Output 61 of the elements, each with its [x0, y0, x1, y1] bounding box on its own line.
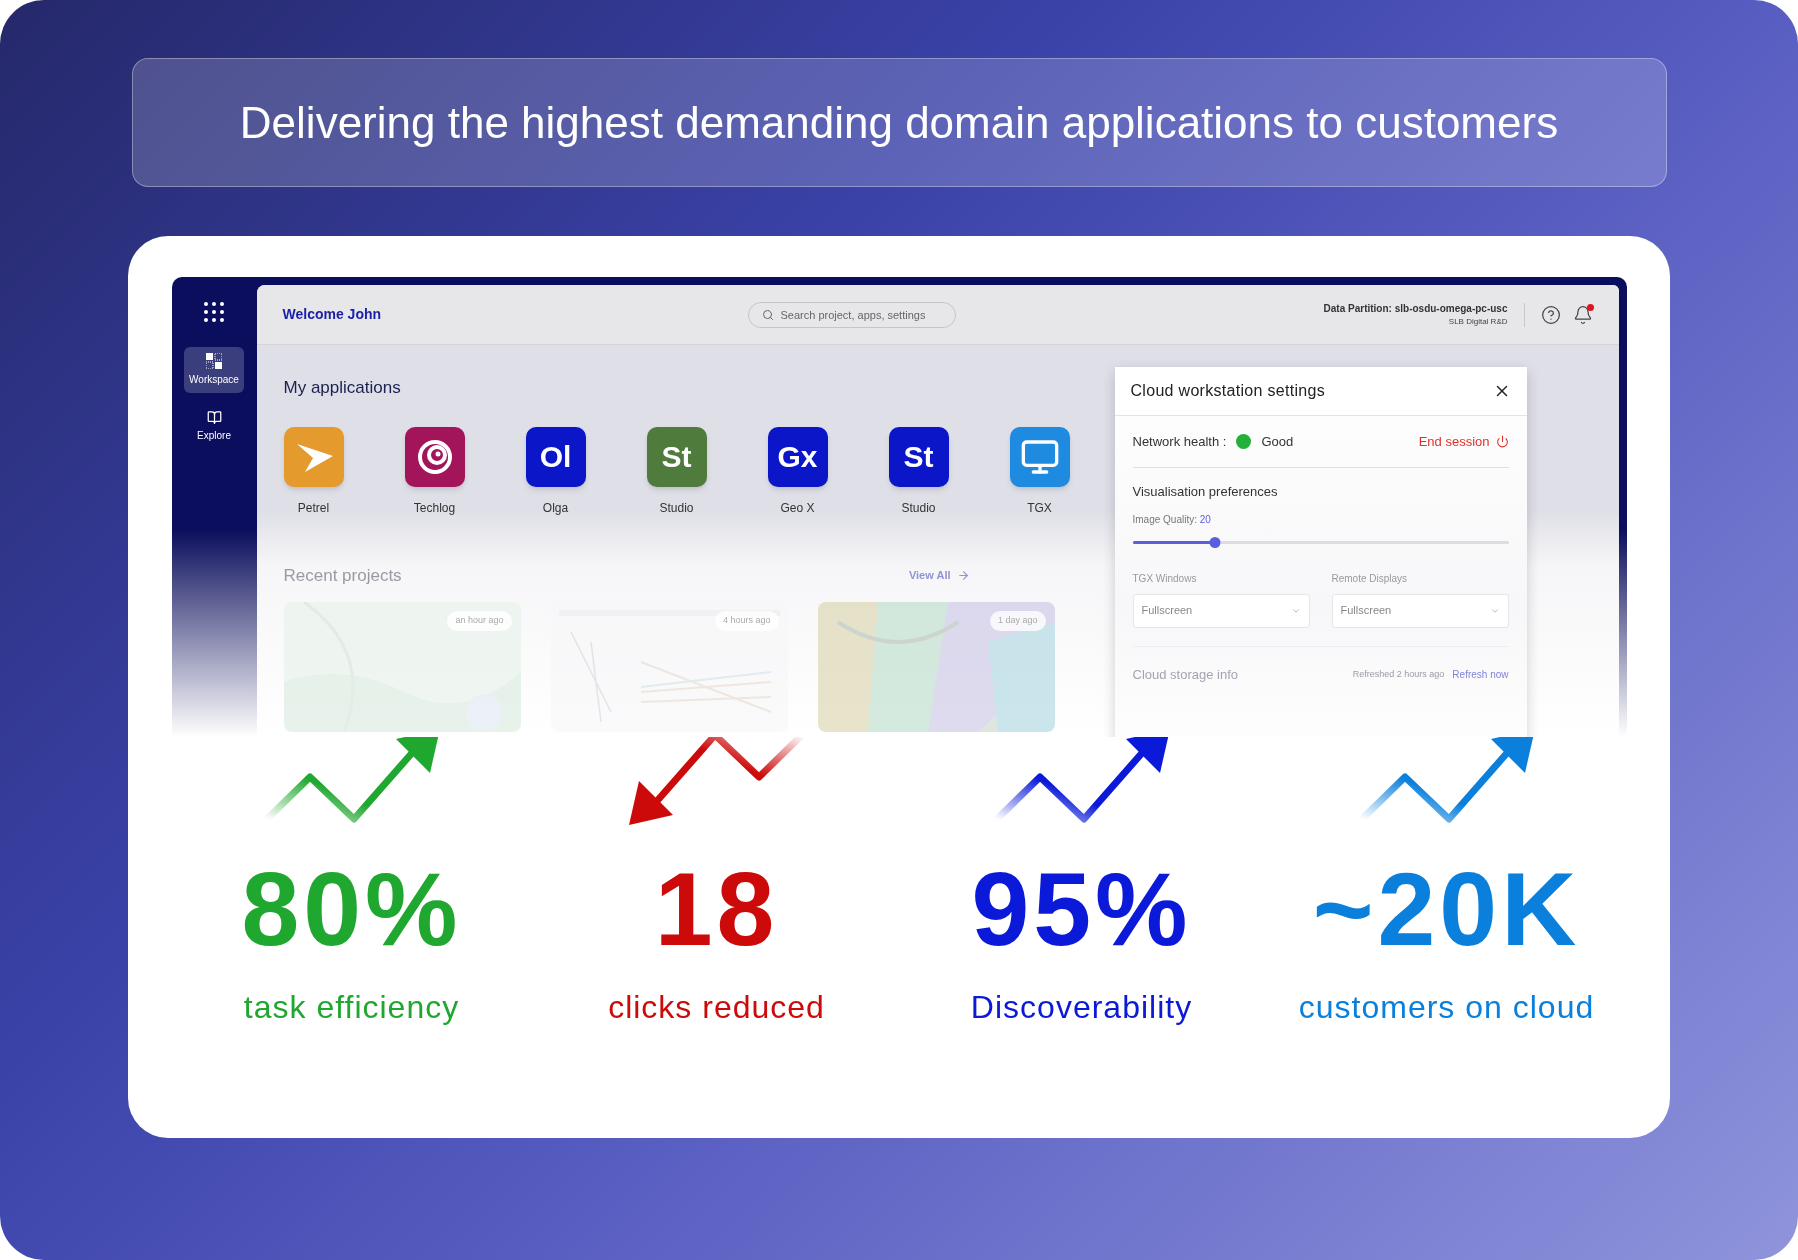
- time-badge: 4 hours ago: [714, 611, 779, 631]
- app-tile[interactable]: Ol Olga: [515, 426, 596, 517]
- app-tile[interactable]: Techlog: [394, 426, 475, 517]
- app-tile[interactable]: St Studio: [878, 426, 959, 517]
- app-name: Techlog: [413, 499, 456, 517]
- sidebar-item[interactable]: Explore: [184, 403, 244, 449]
- select-label: TGX Windows: [1132, 571, 1198, 586]
- stat-label: Discoverability: [970, 988, 1193, 1027]
- app-name: TGX: [1027, 499, 1052, 517]
- app-logo: Gx: [767, 426, 828, 487]
- stat-label: clicks reduced: [608, 988, 825, 1027]
- section-heading: Visualisation preferences: [1132, 483, 1279, 501]
- slider-thumb[interactable]: [1209, 537, 1221, 548]
- network-label: Network health :: [1132, 432, 1227, 451]
- refreshed-text: Refreshed 2 hours ago: [1352, 667, 1445, 681]
- stat-value: 95%: [971, 857, 1192, 961]
- app-tile[interactable]: Gx Geo X: [757, 426, 838, 517]
- app-logo: St: [646, 426, 707, 487]
- search-icon: [761, 308, 774, 321]
- app-name: Geo X: [780, 499, 815, 517]
- banner-text: Delivering the highest demanding domain applications to customers: [239, 96, 1559, 149]
- network-status: Good: [1261, 432, 1294, 451]
- app-logo: Ol: [525, 426, 586, 487]
- app-tile[interactable]: St Studio: [636, 426, 717, 517]
- section-title: My applications: [283, 378, 401, 397]
- sidebar-item[interactable]: Workspace: [184, 347, 244, 393]
- stat-label: task efficiency: [243, 988, 460, 1027]
- app-name: Olga: [542, 499, 569, 517]
- app-logo: St: [888, 426, 949, 487]
- app-grid-icon[interactable]: [203, 301, 225, 323]
- welcome-text: Welcome John: [282, 305, 383, 324]
- org-text: SLB Digital R&D: [1448, 316, 1508, 328]
- panel-title: Cloud workstation settings: [1130, 381, 1326, 401]
- storage-title: Cloud storage info: [1132, 665, 1238, 684]
- book-icon: [206, 409, 222, 425]
- app-tile[interactable]: TGX: [999, 426, 1080, 517]
- partition-text: Data Partition: slb-osdu-omega-pc-usc: [1323, 302, 1508, 316]
- app-tile[interactable]: Petrel: [273, 426, 354, 517]
- arrow-right-icon: [956, 568, 970, 582]
- app-name: Studio: [901, 499, 936, 517]
- app-name: Studio: [659, 499, 694, 517]
- stat-value: 80%: [241, 857, 462, 961]
- help-icon[interactable]: [1540, 304, 1561, 325]
- select-label: Remote Displays: [1331, 571, 1409, 586]
- workspace-icon: [206, 353, 222, 369]
- stat-label: customers on cloud: [1298, 988, 1595, 1027]
- notification-button[interactable]: [1572, 304, 1593, 325]
- app-name: Petrel: [297, 499, 330, 517]
- time-badge: an hour ago: [447, 611, 512, 631]
- select-field[interactable]: Fullscreen: [1132, 593, 1310, 628]
- stat-value: 18: [654, 857, 779, 961]
- bell-icon: [1572, 304, 1593, 325]
- quality-label: Image Quality: 20: [1132, 512, 1212, 527]
- stat-value: ~20K: [1312, 857, 1581, 961]
- section-title: Recent projects: [283, 564, 402, 587]
- time-badge: 1 day ago: [989, 611, 1046, 631]
- end-session-button[interactable]: End session: [1418, 431, 1509, 452]
- search-field[interactable]: Search project, apps, settings: [747, 301, 956, 328]
- select-field[interactable]: Fullscreen: [1331, 593, 1509, 628]
- power-icon: [1495, 435, 1509, 448]
- quality-slider[interactable]: [1132, 536, 1509, 549]
